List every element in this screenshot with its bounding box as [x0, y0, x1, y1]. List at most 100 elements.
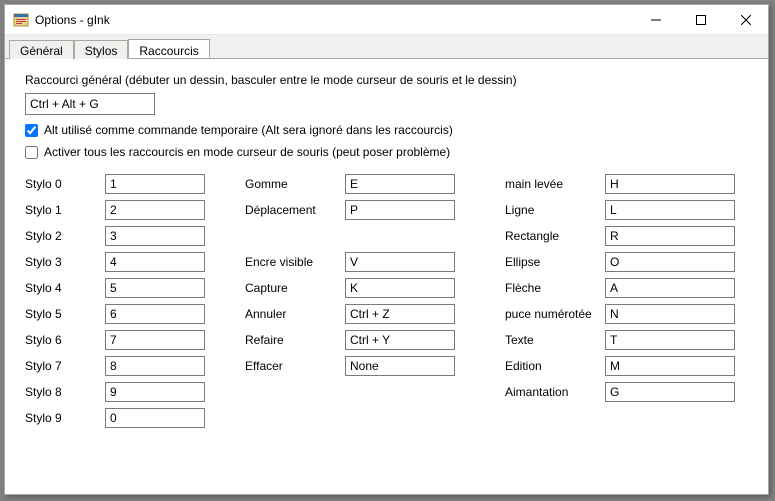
- shape-hotkey-label: Ellipse: [505, 255, 605, 269]
- tool-hotkey-row: Refaire: [245, 327, 485, 353]
- shape-hotkey-row: puce numérotée: [505, 301, 765, 327]
- pen-hotkey-row: Stylo 8: [25, 379, 215, 405]
- pen-hotkey-input[interactable]: [105, 356, 205, 376]
- tab-content: Raccourci général (débuter un dessin, ba…: [5, 59, 768, 494]
- pen-hotkey-label: Stylo 4: [25, 281, 105, 295]
- tool-hotkey-input[interactable]: [345, 252, 455, 272]
- pen-hotkey-label: Stylo 5: [25, 307, 105, 321]
- minimize-button[interactable]: [633, 5, 678, 34]
- tab-hotkeys[interactable]: Raccourcis: [128, 39, 209, 58]
- tool-hotkey-label: Capture: [245, 281, 345, 295]
- options-window: Options - gInk Général Stylos Raccourcis…: [4, 4, 769, 495]
- shape-hotkey-input[interactable]: [605, 304, 735, 324]
- shape-hotkey-label: puce numérotée: [505, 307, 605, 321]
- shape-hotkey-input[interactable]: [605, 174, 735, 194]
- shape-hotkey-row: main levée: [505, 171, 765, 197]
- tool-hotkey-row: Encre visible: [245, 249, 485, 275]
- shape-hotkey-row: Aimantation: [505, 379, 765, 405]
- pen-hotkey-label: Stylo 2: [25, 229, 105, 243]
- pen-hotkey-label: Stylo 7: [25, 359, 105, 373]
- shape-hotkey-label: Edition: [505, 359, 605, 373]
- pen-hotkey-label: Stylo 9: [25, 411, 105, 425]
- pen-hotkey-row: Stylo 9: [25, 405, 215, 431]
- pen-hotkey-label: Stylo 1: [25, 203, 105, 217]
- shape-hotkey-row: Edition: [505, 353, 765, 379]
- tool-hotkey-label: Effacer: [245, 359, 345, 373]
- tool-hotkey-label: Encre visible: [245, 255, 345, 269]
- pen-hotkeys-column: Stylo 0 Stylo 1 Stylo 2 Stylo 3 Stylo 4 Stylo…: [25, 171, 215, 431]
- pen-hotkey-input[interactable]: [105, 174, 205, 194]
- maximize-button[interactable]: [678, 5, 723, 34]
- tool-hotkey-row: Annuler: [245, 301, 485, 327]
- pen-hotkey-input[interactable]: [105, 304, 205, 324]
- shape-hotkey-input[interactable]: [605, 226, 735, 246]
- pen-hotkey-input[interactable]: [105, 226, 205, 246]
- shape-hotkey-label: Flèche: [505, 281, 605, 295]
- tool-hotkey-input[interactable]: [345, 200, 455, 220]
- pen-hotkey-label: Stylo 0: [25, 177, 105, 191]
- shape-hotkey-row: Texte: [505, 327, 765, 353]
- general-hotkey-desc: Raccourci général (débuter un dessin, ba…: [25, 73, 748, 87]
- shape-hotkey-input[interactable]: [605, 330, 735, 350]
- pen-hotkey-row: Stylo 0: [25, 171, 215, 197]
- titlebar: Options - gInk: [5, 5, 768, 35]
- pen-hotkey-label: Stylo 8: [25, 385, 105, 399]
- pen-hotkey-input[interactable]: [105, 330, 205, 350]
- shape-hotkey-row: Ligne: [505, 197, 765, 223]
- shape-hotkeys-column: main levée Ligne Rectangle Ellipse Flèche puc…: [505, 171, 765, 431]
- window-title: Options - gInk: [35, 13, 633, 27]
- tool-hotkey-label: Annuler: [245, 307, 345, 321]
- enable-all-checkbox[interactable]: [25, 146, 38, 159]
- alt-temp-checkbox[interactable]: [25, 124, 38, 137]
- pen-hotkey-input[interactable]: [105, 278, 205, 298]
- pen-hotkey-row: Stylo 2: [25, 223, 215, 249]
- shape-hotkey-label: Ligne: [505, 203, 605, 217]
- tool-hotkey-label: Gomme: [245, 177, 345, 191]
- pen-hotkey-input[interactable]: [105, 382, 205, 402]
- shape-hotkey-input[interactable]: [605, 252, 735, 272]
- tab-general[interactable]: Général: [9, 40, 74, 59]
- pen-hotkey-input[interactable]: [105, 408, 205, 428]
- pen-hotkey-input[interactable]: [105, 200, 205, 220]
- shape-hotkey-input[interactable]: [605, 356, 735, 376]
- tool-hotkey-input[interactable]: [345, 356, 455, 376]
- shape-hotkey-row: Rectangle: [505, 223, 765, 249]
- tool-hotkey-input[interactable]: [345, 174, 455, 194]
- tab-pens[interactable]: Stylos: [74, 40, 129, 59]
- tool-hotkey-input[interactable]: [345, 330, 455, 350]
- tool-hotkey-input[interactable]: [345, 278, 455, 298]
- pen-hotkey-input[interactable]: [105, 252, 205, 272]
- shape-hotkey-row: Flèche: [505, 275, 765, 301]
- tool-hotkey-input[interactable]: [345, 304, 455, 324]
- tool-hotkey-row: Capture: [245, 275, 485, 301]
- pen-hotkey-row: Stylo 4: [25, 275, 215, 301]
- alt-temp-label: Alt utilisé comme commande temporaire (A…: [44, 123, 453, 137]
- tool-hotkey-row: Gomme: [245, 171, 485, 197]
- pen-hotkey-label: Stylo 3: [25, 255, 105, 269]
- app-icon: [13, 12, 29, 28]
- tool-hotkey-row: Effacer: [245, 353, 485, 379]
- shape-hotkey-label: Aimantation: [505, 385, 605, 399]
- pen-hotkey-row: Stylo 3: [25, 249, 215, 275]
- tool-hotkeys-column: Gomme Déplacement Encre visible Capture Ann…: [245, 171, 485, 431]
- shape-hotkey-row: Ellipse: [505, 249, 765, 275]
- general-hotkey-input[interactable]: [25, 93, 155, 115]
- pen-hotkey-row: Stylo 7: [25, 353, 215, 379]
- shape-hotkey-input[interactable]: [605, 278, 735, 298]
- tool-hotkey-row: Déplacement: [245, 197, 485, 223]
- pen-hotkey-label: Stylo 6: [25, 333, 105, 347]
- pen-hotkey-row: Stylo 1: [25, 197, 215, 223]
- tool-hotkey-label: Déplacement: [245, 203, 345, 217]
- enable-all-label: Activer tous les raccourcis en mode curs…: [44, 145, 450, 159]
- pen-hotkey-row: Stylo 5: [25, 301, 215, 327]
- shape-hotkey-label: main levée: [505, 177, 605, 191]
- shape-hotkey-label: Rectangle: [505, 229, 605, 243]
- shape-hotkey-input[interactable]: [605, 382, 735, 402]
- tab-strip: Général Stylos Raccourcis: [5, 35, 768, 59]
- window-buttons: [633, 5, 768, 34]
- shape-hotkey-label: Texte: [505, 333, 605, 347]
- pen-hotkey-row: Stylo 6: [25, 327, 215, 353]
- shape-hotkey-input[interactable]: [605, 200, 735, 220]
- tool-hotkey-label: Refaire: [245, 333, 345, 347]
- close-button[interactable]: [723, 5, 768, 34]
